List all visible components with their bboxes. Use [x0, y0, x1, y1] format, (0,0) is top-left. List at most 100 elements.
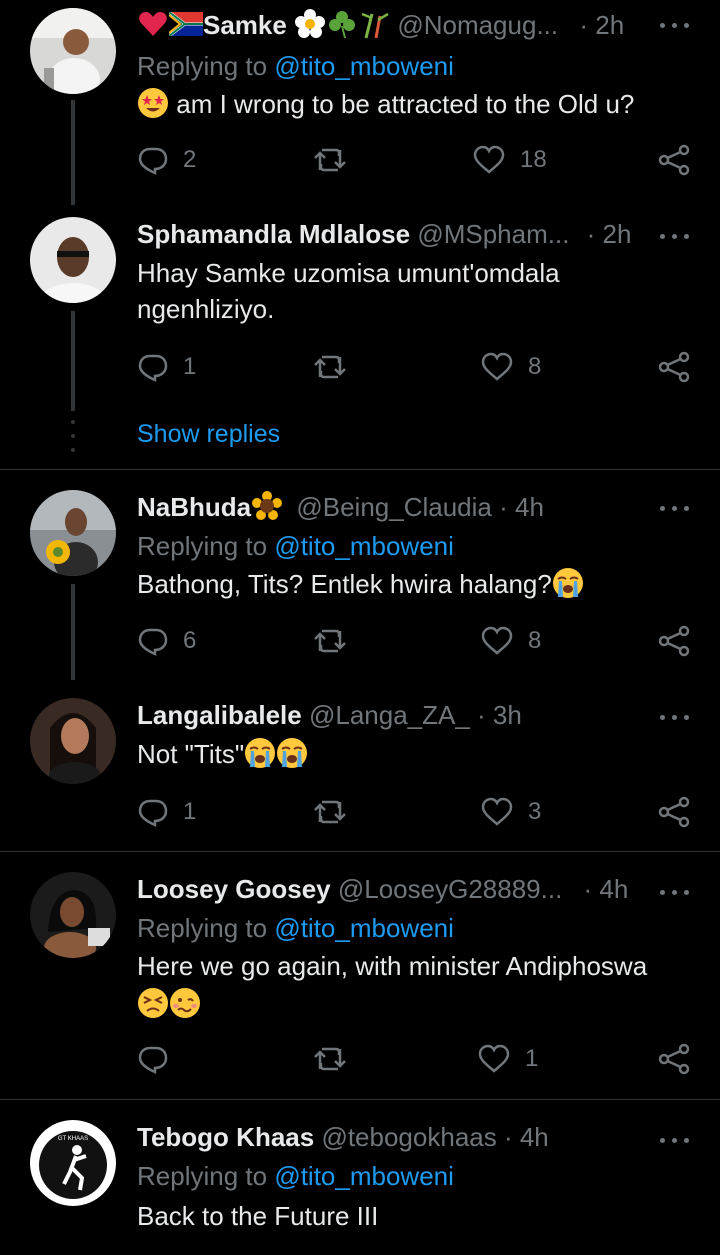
tweet-nabhuda[interactable]: NaBhuda @Being_Claudia · 4h Replying to … — [0, 470, 720, 680]
author-handle[interactable]: @MSpham... — [417, 219, 569, 249]
avatar[interactable] — [30, 698, 116, 784]
timestamp[interactable]: · 4h — [499, 492, 544, 522]
share-button[interactable] — [657, 349, 691, 385]
persevering-face-emoji-icon — [137, 987, 169, 1019]
tweet-samke[interactable]: Samke @Nomagug... · 2h Replying to @tito… — [0, 0, 720, 205]
author-name[interactable]: Samke — [203, 10, 287, 40]
thread-line — [71, 100, 75, 205]
mention-link[interactable]: @tito_mboweni — [274, 913, 454, 943]
avatar[interactable] — [30, 8, 116, 94]
bamboo-emoji-icon — [358, 8, 390, 40]
author-handle[interactable]: @Langa_ZA_ — [309, 700, 470, 730]
retweet-button[interactable] — [312, 349, 362, 385]
author-handle[interactable]: @LooseyG28889... — [338, 874, 562, 904]
show-replies-link[interactable]: Show replies — [137, 420, 280, 449]
author-handle[interactable]: @Being_Claudia — [296, 492, 492, 522]
tweet-header: Loosey Goosey @LooseyG28889... · 4h — [137, 870, 637, 908]
tweet-text: am I wrong to be attracted to the Old u? — [137, 86, 677, 122]
author-name[interactable]: Sphamandla Mdlalose — [137, 219, 410, 249]
heart-icon — [473, 145, 505, 174]
reply-button[interactable] — [137, 1041, 183, 1077]
more-icon[interactable] — [660, 712, 690, 722]
more-icon[interactable] — [660, 887, 690, 897]
author-name[interactable]: Tebogo Khaas — [137, 1122, 314, 1152]
crying-emoji-icon — [552, 567, 584, 599]
like-count: 8 — [528, 353, 542, 380]
share-icon — [658, 351, 690, 383]
retweet-icon — [314, 148, 346, 172]
author-name[interactable]: Langalibalele — [137, 700, 302, 730]
retweet-button[interactable] — [312, 794, 362, 830]
like-button[interactable]: 3 — [480, 794, 541, 830]
avatar[interactable] — [30, 217, 116, 303]
mention-link[interactable]: @tito_mboweni — [274, 531, 454, 561]
timestamp[interactable]: · 4h — [504, 1122, 549, 1152]
retweet-icon — [314, 629, 346, 653]
avatar[interactable] — [30, 490, 116, 576]
tweet-loosey-goosey[interactable]: Loosey Goosey @LooseyG28889... · 4h Repl… — [0, 852, 720, 1100]
tweet-tebogo-khaas[interactable]: GT KHAAS Tebogo Khaas @tebogokhaas · 4h … — [0, 1100, 720, 1255]
like-button[interactable]: 8 — [480, 349, 541, 385]
reply-button[interactable]: 1 — [137, 349, 196, 385]
more-icon[interactable] — [660, 231, 690, 241]
tweet-actions: 1 3 — [137, 794, 697, 830]
thread-line — [71, 584, 75, 680]
mention-link[interactable]: @tito_mboweni — [274, 51, 454, 81]
like-button[interactable]: 8 — [480, 623, 541, 659]
tweet-header: NaBhuda @Being_Claudia · 4h — [137, 488, 637, 526]
avatar[interactable] — [30, 1120, 116, 1206]
like-button[interactable]: 1 — [477, 1041, 538, 1077]
reply-count: 6 — [183, 627, 197, 654]
south-africa-flag-icon — [169, 8, 203, 40]
tweet-actions: 6 8 — [137, 623, 697, 659]
tweet-sphamandla[interactable]: Sphamandla Mdlalose @MSpham... · 2h Hhay… — [0, 205, 720, 470]
tweet-header: Samke @Nomagug... · 2h — [137, 6, 637, 44]
timestamp[interactable]: · 2h — [579, 10, 624, 40]
thread-line — [71, 311, 75, 411]
timestamp[interactable]: · 2h — [587, 219, 632, 249]
like-count: 1 — [525, 1045, 539, 1072]
retweet-button[interactable] — [312, 142, 362, 178]
more-icon[interactable] — [660, 1135, 690, 1145]
crying-emoji-icon — [244, 737, 276, 769]
share-button[interactable] — [657, 794, 691, 830]
reply-button[interactable]: 2 — [137, 142, 196, 178]
retweet-button[interactable] — [312, 1041, 362, 1077]
timestamp[interactable]: · 3h — [477, 700, 522, 730]
tweet-text-emoji-line — [137, 986, 677, 1022]
author-name[interactable]: NaBhuda — [137, 492, 251, 522]
reply-button[interactable]: 1 — [137, 794, 196, 830]
avatar[interactable] — [30, 872, 116, 958]
share-button[interactable] — [657, 623, 691, 659]
replying-to: Replying to @tito_mboweni — [137, 913, 454, 943]
replying-to: Replying to @tito_mboweni — [137, 51, 454, 81]
flower-emoji-icon — [294, 8, 326, 40]
mention-link[interactable]: @tito_mboweni — [274, 1161, 454, 1191]
more-icon[interactable] — [660, 503, 690, 513]
more-icon[interactable] — [660, 20, 690, 30]
author-handle[interactable]: @tebogokhaas — [321, 1122, 496, 1152]
tweet-text: Bathong, Tits? Entlek hwira halang? — [137, 566, 677, 602]
share-button[interactable] — [657, 1041, 691, 1077]
tweet-text: Back to the Future III — [137, 1201, 379, 1231]
heart-icon — [481, 626, 513, 655]
timestamp[interactable]: · 4h — [584, 874, 629, 904]
retweet-button[interactable] — [312, 623, 362, 659]
share-button[interactable] — [657, 142, 691, 178]
tweet-text: Hhay Samke uzomisa umunt'omdala ngenhliz… — [137, 258, 560, 324]
reply-icon — [138, 628, 168, 656]
reply-icon — [138, 1046, 168, 1074]
like-button[interactable]: 18 — [472, 142, 547, 178]
author-handle[interactable]: @Nomagug... — [397, 10, 558, 40]
avatar-badge-text: GT KHAAS — [57, 1136, 89, 1142]
heart-icon — [481, 797, 513, 826]
sunflower-emoji-icon — [251, 490, 283, 522]
like-count: 8 — [528, 627, 542, 654]
heart-icon — [478, 1044, 510, 1073]
tweet-header: Sphamandla Mdlalose @MSpham... · 2h — [137, 215, 637, 253]
retweet-icon — [314, 1047, 346, 1071]
reply-button[interactable]: 6 — [137, 623, 196, 659]
tweet-langalibalele[interactable]: Langalibalele @Langa_ZA_ · 3h Not "Tits"… — [0, 680, 720, 852]
author-name[interactable]: Loosey Goosey — [137, 874, 331, 904]
tweet-actions: 1 8 — [137, 349, 697, 385]
